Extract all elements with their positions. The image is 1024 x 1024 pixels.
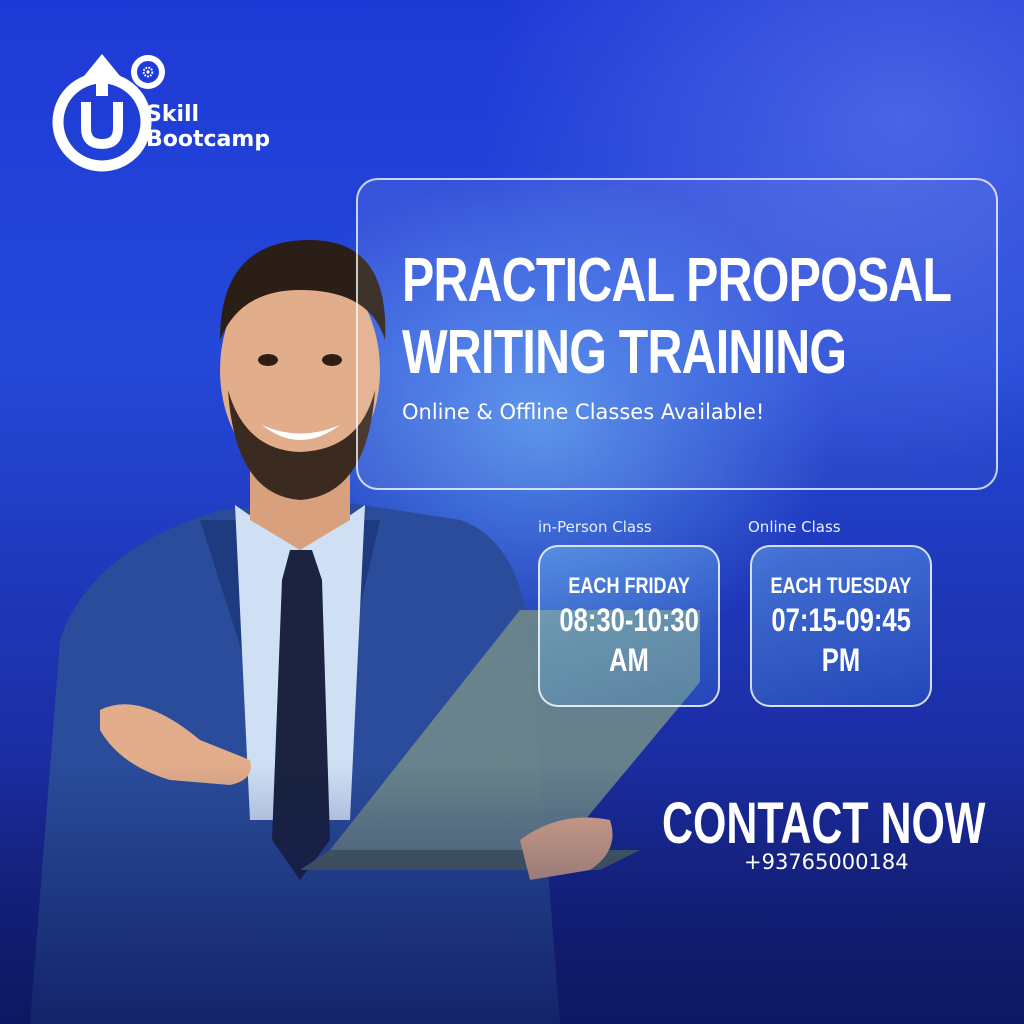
brand-name: Skill Bootcamp [146, 102, 270, 152]
online-class-period: PM [821, 642, 861, 678]
brand-logo: Skill Bootcamp [50, 46, 300, 174]
online-class-card: EACH TUESDAY 07:15-09:45 PM [750, 545, 932, 707]
in-person-class-label: in-Person Class [538, 518, 652, 536]
contact-now-heading: CONTACT NOW [662, 791, 986, 856]
contact-phone[interactable]: +93765000184 [744, 850, 909, 874]
headline-subtitle: Online & Offline Classes Available! [402, 400, 765, 424]
brand-name-line1: Skill [146, 102, 200, 127]
online-class-day: EACH TUESDAY [770, 573, 912, 598]
in-person-class-card: EACH FRIDAY 08:30-10:30 AM [538, 545, 720, 707]
in-person-class-time: 08:30-10:30 [559, 602, 699, 638]
headline-panel: PRACTICAL PROPOSAL WRITING TRAINING Onli… [356, 178, 998, 490]
headline-line2: WRITING TRAINING [402, 318, 847, 387]
in-person-class-day: EACH FRIDAY [568, 573, 690, 598]
in-person-class-period: AM [609, 642, 649, 678]
brand-name-line2: Bootcamp [146, 127, 271, 152]
headline-line1: PRACTICAL PROPOSAL [402, 246, 952, 315]
online-class-time: 07:15-09:45 [771, 602, 911, 638]
gear-icon [142, 66, 154, 78]
online-class-label: Online Class [748, 518, 841, 536]
